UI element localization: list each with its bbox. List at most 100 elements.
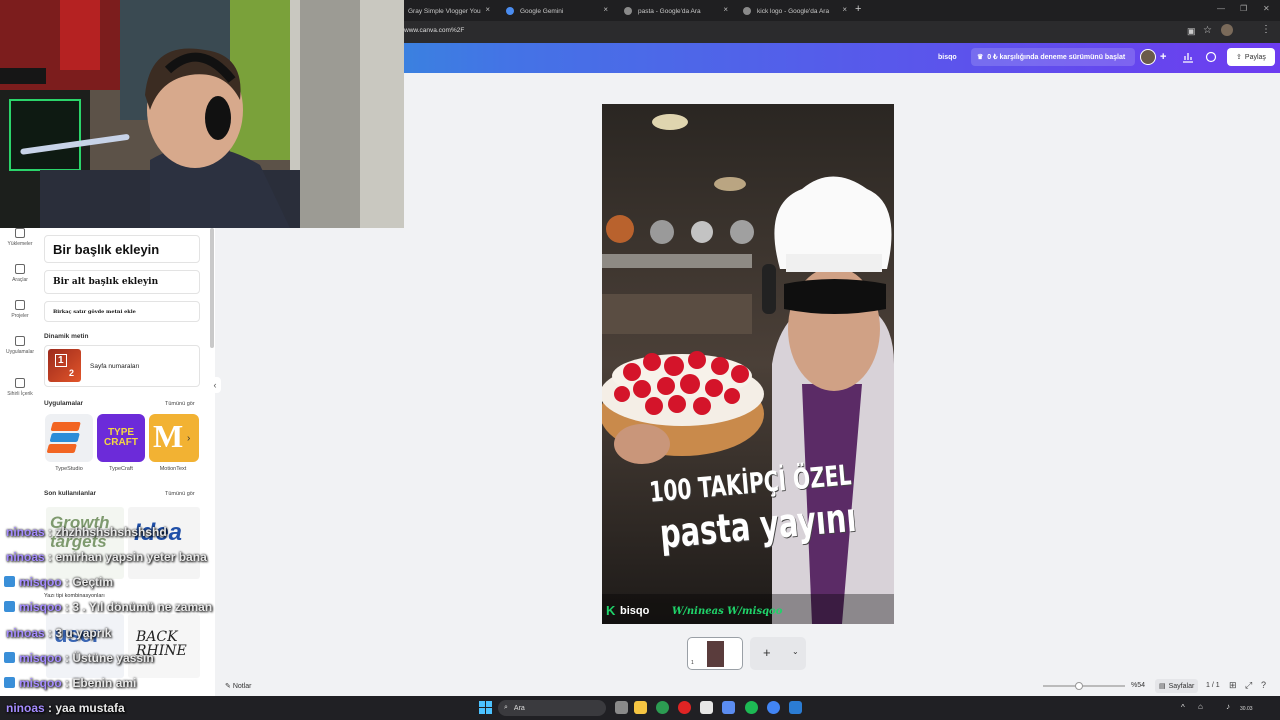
app-icon[interactable] — [700, 701, 713, 714]
comment-icon[interactable] — [1205, 50, 1217, 68]
webcam-overlay — [0, 0, 404, 228]
pages-button[interactable]: ▤ Sayfalar — [1155, 679, 1199, 693]
bookmark-star-icon[interactable]: ☆ — [1203, 25, 1212, 36]
file-explorer-icon[interactable] — [634, 701, 647, 714]
page-numbers-icon: 1 2 — [48, 349, 81, 382]
user-name[interactable]: bisqo — [938, 54, 957, 61]
trial-label: 0 ₺ karşılığında deneme sürümünü başlat — [987, 54, 1126, 61]
collapse-panel-icon[interactable]: ‹ — [209, 377, 221, 393]
tab-vlogger[interactable]: Gray Simple Vlogger You × — [400, 3, 496, 19]
folder-icon — [15, 300, 25, 310]
spotify-icon[interactable] — [745, 701, 758, 714]
apps-see-all-link[interactable]: Tümünü gör — [165, 401, 195, 407]
taskbar-search[interactable]: ⌕ Ara — [498, 700, 606, 716]
font-combo-idea[interactable]: Idea — [128, 507, 200, 579]
windows-start-icon[interactable] — [479, 701, 492, 714]
tab-label: pasta - Google'da Ara — [638, 7, 701, 15]
design-canvas[interactable]: 100 TAKİPÇİ ÖZEL pasta yayını K bisqo W/… — [602, 104, 894, 624]
rail-item-label: Uygulamalar — [5, 349, 35, 355]
browser-icon[interactable] — [767, 701, 780, 714]
tab-pasta-search[interactable]: pasta - Google'da Ara × — [616, 3, 734, 19]
zoom-slider[interactable] — [1043, 682, 1125, 690]
panel-scrollbar[interactable] — [210, 228, 214, 348]
tray-chevron-icon[interactable]: ^ — [1181, 703, 1185, 712]
kick-badge-icon — [4, 677, 15, 688]
add-heading-button[interactable]: Bir başlık ekleyin — [44, 235, 200, 263]
search-icon: ⌕ — [504, 704, 508, 711]
chevron-down-icon[interactable]: ⌄ — [792, 647, 799, 656]
vscode-icon[interactable] — [789, 701, 802, 714]
font-combo-growth[interactable]: Growth targets — [46, 507, 124, 579]
tab-gemini[interactable]: Google Gemini × — [498, 3, 614, 19]
chat-text: yaa mustafa — [55, 701, 125, 715]
close-icon[interactable]: × — [485, 5, 490, 14]
app-label: MotionText — [159, 466, 187, 472]
zoom-slider-handle[interactable] — [1075, 682, 1083, 690]
add-body-text-button[interactable]: Birkaç satır gövde metni ekle — [44, 301, 200, 322]
page-thumbnail[interactable]: 1 — [687, 637, 743, 670]
notes-button[interactable]: ✎ Notlar — [225, 682, 252, 690]
chat-text: emirhan yapsin yeter bana — [55, 550, 207, 564]
chat-user: ninoas — [6, 626, 45, 640]
task-view-icon[interactable] — [615, 701, 628, 714]
opera-icon[interactable] — [678, 701, 691, 714]
share-icon: ⇪ — [1236, 54, 1242, 61]
recent-see-all-link[interactable]: Tümünü gör — [165, 491, 195, 497]
chat-user: ninoas — [6, 701, 45, 715]
add-page-button[interactable]: + ⌄ — [750, 637, 806, 670]
close-icon[interactable]: × — [603, 5, 608, 14]
font-combo-user[interactable]: user — [46, 614, 124, 678]
start-trial-button[interactable]: ♛ 0 ₺ karşılığında deneme sürümünü başla… — [971, 48, 1135, 66]
clock[interactable]: 30.03 — [1240, 706, 1253, 712]
slack-icon[interactable] — [722, 701, 735, 714]
rail-item-apps[interactable]: Uygulamalar — [0, 336, 40, 355]
help-icon[interactable]: ? — [1261, 680, 1266, 690]
pages-icon: ▤ — [1159, 683, 1166, 690]
chat-user: misqoo — [19, 575, 62, 589]
fullscreen-icon[interactable]: ⤢ — [1245, 680, 1252, 691]
add-collaborator-icon[interactable]: + — [1160, 51, 1166, 63]
add-subheading-button[interactable]: Bir alt başlık ekleyin — [44, 270, 200, 294]
chat-message: ninoas : emirhan yapsin yeter bana — [6, 550, 207, 564]
maximize-icon[interactable]: ❐ — [1240, 4, 1247, 13]
analytics-icon[interactable] — [1182, 50, 1194, 68]
url-field[interactable]: www.canva.com%2F — [404, 27, 464, 34]
dynamic-text-heading: Dinamik metin — [44, 333, 89, 340]
close-icon[interactable]: × — [723, 5, 728, 14]
chat-text: 3 u yaprık — [55, 626, 112, 640]
recent-heading: Son kullanılanlar — [44, 490, 97, 497]
rail-item-uploads[interactable]: Yüklemeler — [0, 228, 40, 247]
window-close-icon[interactable]: ✕ — [1263, 4, 1270, 13]
typestudio-app[interactable] — [45, 414, 93, 462]
notes-icon: ✎ — [225, 683, 231, 690]
font-combo-back[interactable]: BACK RHINE — [128, 614, 200, 678]
avatar[interactable] — [1140, 49, 1156, 65]
install-app-icon[interactable]: ▣ — [1187, 26, 1196, 37]
zoom-level[interactable]: %54 — [1131, 682, 1145, 689]
rail-item-tools[interactable]: Araçlar — [0, 264, 40, 283]
tab-label: Google Gemini — [520, 7, 564, 15]
tab-kick-logo-search[interactable]: kick logo - Google'da Ara × — [735, 3, 853, 19]
motiontext-app[interactable]: M — [149, 414, 199, 462]
profile-avatar[interactable] — [1221, 24, 1233, 36]
grid-view-icon[interactable]: ⊞ — [1229, 680, 1237, 691]
page-number-digit: 2 — [69, 368, 75, 378]
chrome-icon[interactable] — [656, 701, 669, 714]
page-thumbnail-number: 1 — [691, 660, 694, 666]
menu-kebab-icon[interactable]: ⋮ — [1261, 24, 1271, 35]
rail-item-label: Yüklemeler — [7, 241, 33, 247]
volume-icon[interactable]: ♪ — [1226, 702, 1230, 711]
typecraft-app[interactable]: TYPE CRAFT — [97, 414, 145, 462]
share-button[interactable]: ⇪ Paylaş — [1227, 48, 1275, 66]
close-icon[interactable]: × — [842, 5, 847, 14]
minimize-icon[interactable]: — — [1217, 4, 1225, 13]
new-tab-button[interactable]: + — [855, 3, 861, 15]
plus-icon: + — [763, 645, 771, 660]
magic-icon — [15, 378, 25, 388]
network-icon[interactable]: ⌂ — [1198, 702, 1203, 711]
chat-message: ninoas : zhzhhshshshshshd — [6, 525, 167, 539]
scroll-right-icon[interactable]: › — [187, 433, 190, 444]
rail-item-projects[interactable]: Projeler — [0, 300, 40, 319]
rail-item-magic[interactable]: Sihirli İçerik — [0, 378, 40, 397]
kick-badge-icon — [4, 652, 15, 663]
